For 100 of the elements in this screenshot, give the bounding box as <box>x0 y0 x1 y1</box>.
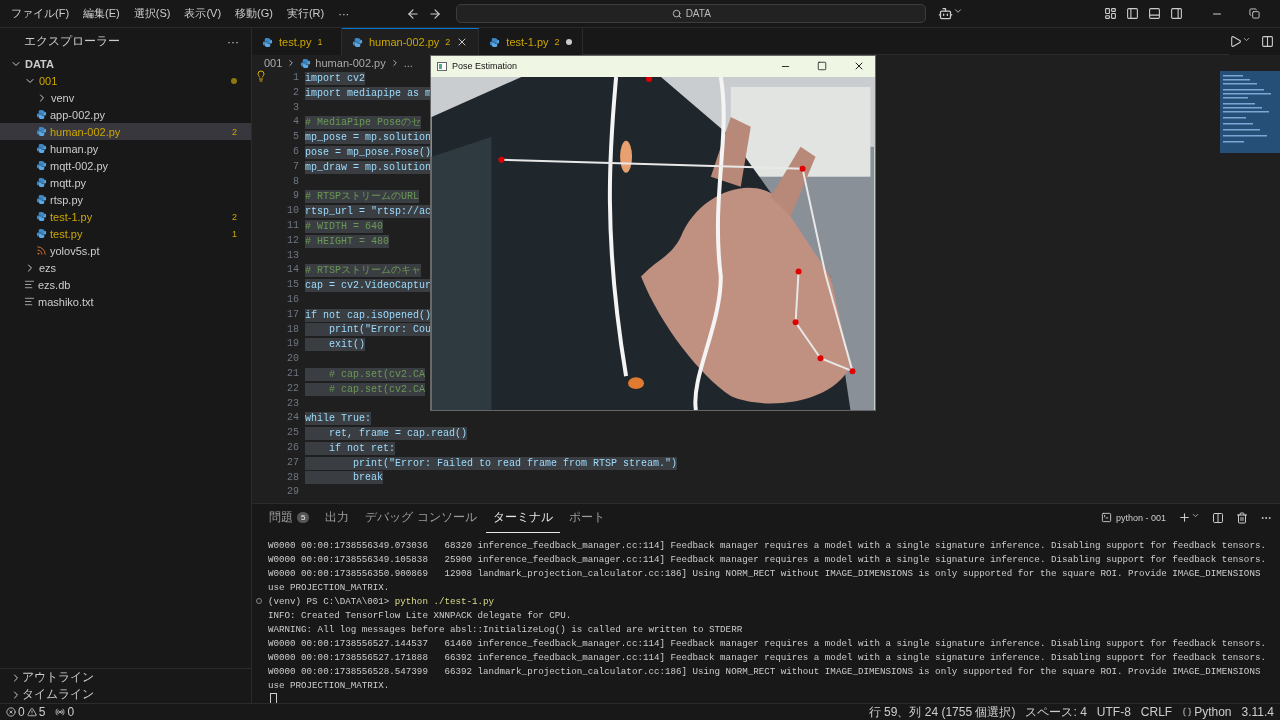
code-comment: # RTSPストリームのURL <box>305 190 419 204</box>
tree-item[interactable]: DATA <box>0 55 251 72</box>
line-number: 21 <box>287 366 299 381</box>
line-number: 5 <box>293 130 299 145</box>
more-button[interactable]: ··· <box>227 34 239 49</box>
line-number: 24 <box>287 411 299 426</box>
tree-item[interactable]: app-002.py <box>0 106 251 123</box>
lines-icon <box>24 296 35 307</box>
back-arrow-icon[interactable] <box>406 6 421 21</box>
line-number: 14 <box>287 263 299 278</box>
section-header[interactable]: タイムライン <box>0 686 251 703</box>
ports-indicator[interactable]: 0 <box>55 704 75 720</box>
tree-label: mashiko.txt <box>38 295 95 308</box>
terminal-selector[interactable]: python - 001 <box>1100 512 1166 523</box>
tree-item[interactable]: yolov5s.pt <box>0 242 251 259</box>
terminal-line: INFO: Created TensorFlow Lite XNNPACK delegate for CPU. <box>268 609 572 621</box>
line-number: 16 <box>287 292 299 307</box>
line-number: 26 <box>287 440 299 455</box>
tree-item[interactable]: human-002.py 2 <box>0 123 251 140</box>
tree-label: mqtt.py <box>50 176 88 189</box>
terminal-line: W0000 00:00:1738556527.144537 61460 inference_feedback_manager.cc:114] Feedback manager requires a model with a single signature inference. Disabling support for feedback tensors. <box>268 637 1266 649</box>
menu-item[interactable]: 実行(R) <box>279 6 332 21</box>
indentation[interactable]: スペース: 4 <box>1025 704 1087 720</box>
rss-icon <box>36 245 47 256</box>
tree-label: ezs <box>39 261 58 274</box>
menu-item[interactable]: ··· <box>331 7 357 20</box>
line-number: 12 <box>287 233 299 248</box>
python-file-icon <box>36 126 47 137</box>
line-ending[interactable]: CRLF <box>1140 704 1173 720</box>
tree-item[interactable]: 001 <box>0 72 251 89</box>
panel-tab[interactable]: 出力 <box>318 502 357 533</box>
panel-tab[interactable]: ターミナル <box>485 502 560 533</box>
forward-arrow-icon[interactable] <box>428 6 443 21</box>
breadcrumb-item[interactable]: 001 <box>264 57 283 69</box>
tree-label: app-002.py <box>50 108 107 121</box>
layout-icon[interactable] <box>1104 7 1117 20</box>
split-icon[interactable] <box>1212 511 1224 524</box>
tree-label: ezs.db <box>38 278 72 291</box>
tree-label: test-1.py <box>50 210 94 223</box>
tree-item[interactable]: ezs.db <box>0 276 251 293</box>
terminal-line: use PROJECTION_MATRIX. <box>268 679 390 691</box>
tree-item[interactable]: mashiko.txt <box>0 293 251 310</box>
tree-item[interactable]: mqtt.py <box>0 174 251 191</box>
trash-icon[interactable] <box>1236 511 1248 524</box>
terminal-line: W0000 00:00:1738556349.073036 68320 inference_feedback_manager.cc:114] Feedback manager requires a model with a single signature inference. Disabling support for feedback tensors. <box>268 539 1266 551</box>
tree-item[interactable]: mqtt-002.py <box>0 157 251 174</box>
line-number: 4 <box>293 115 299 130</box>
tree-item[interactable]: venv <box>0 89 251 106</box>
tree-item[interactable]: test.py 1 <box>0 225 251 242</box>
lightbulb-icon[interactable] <box>255 70 267 82</box>
terminal-line: use PROJECTION_MATRIX. <box>268 581 390 593</box>
line-number: 13 <box>287 248 299 263</box>
panel-tab[interactable]: デバッグ コンソール <box>358 502 484 533</box>
line-number: 19 <box>287 337 299 352</box>
tree-item[interactable]: ezs <box>0 259 251 276</box>
menu-item[interactable]: 選択(S) <box>126 6 178 21</box>
panel-left-icon[interactable] <box>1126 7 1139 20</box>
terminal-line: WARNING: All log messages before absl::InitializeLog() is called are written to STDERR <box>268 623 743 635</box>
panel-bottom-icon[interactable] <box>1148 7 1161 20</box>
line-number: 28 <box>287 470 299 485</box>
line-number: 2 <box>293 85 299 100</box>
line-number: 6 <box>293 145 299 159</box>
language-mode[interactable]: Python <box>1182 704 1232 720</box>
plus-icon[interactable] <box>1178 511 1200 524</box>
run-icon[interactable] <box>1229 35 1251 48</box>
breadcrumb-item[interactable]: human-002.py <box>315 57 386 69</box>
line-number: 17 <box>287 307 299 322</box>
panel-tab[interactable]: 問題 5 <box>262 502 317 533</box>
tree-label: DATA <box>25 57 55 70</box>
line-number: 25 <box>287 426 299 441</box>
menu-item[interactable]: 編集(E) <box>76 6 127 21</box>
search-field[interactable]: DATA <box>456 4 927 23</box>
tree-item[interactable]: rtsp.py <box>0 191 251 208</box>
terminal-command: python ./test-1.py <box>394 595 495 607</box>
python-file-icon <box>36 160 47 171</box>
tree-label: rtsp.py <box>50 193 84 206</box>
tree-item[interactable]: test-1.py 2 <box>0 208 251 225</box>
section-header[interactable]: アウトライン <box>0 669 251 686</box>
split-editor-icon[interactable] <box>1261 35 1274 48</box>
restore-icon[interactable] <box>1249 8 1260 19</box>
problem-count: 2 <box>232 126 237 137</box>
menu-item[interactable]: ファイル(F) <box>4 6 77 21</box>
editor-tab[interactable]: human-002.py 2 <box>342 28 480 55</box>
breadcrumb-item[interactable]: ... <box>403 57 413 69</box>
tree-item[interactable]: human.py <box>0 140 251 157</box>
panel-right-icon[interactable] <box>1170 7 1183 20</box>
line-number: 11 <box>287 218 299 233</box>
robot-icon[interactable] <box>938 6 964 21</box>
panel-tab[interactable]: ポート <box>561 502 612 533</box>
menu-item[interactable]: 移動(G) <box>228 6 280 21</box>
cursor-position[interactable]: 行 59、列 24 (1755 個選択) <box>868 704 1016 720</box>
tree-label: yolov5s.pt <box>50 244 101 257</box>
problems-indicator[interactable]: 0 5 <box>6 704 46 720</box>
python-version[interactable]: 3.11.4 <box>1241 704 1274 720</box>
encoding[interactable]: UTF-8 <box>1096 704 1131 720</box>
terminal-line: W0000 00:00:1738556527.171888 66392 inference_feedback_manager.cc:114] Feedback manager requires a model with a single signature inference. Disabling support for feedback tensors. <box>268 651 1266 663</box>
python-file-icon <box>36 177 47 188</box>
tree-label: mqtt-002.py <box>50 159 110 172</box>
menu-item[interactable]: 表示(V) <box>177 6 229 21</box>
python-file-icon <box>36 211 47 222</box>
